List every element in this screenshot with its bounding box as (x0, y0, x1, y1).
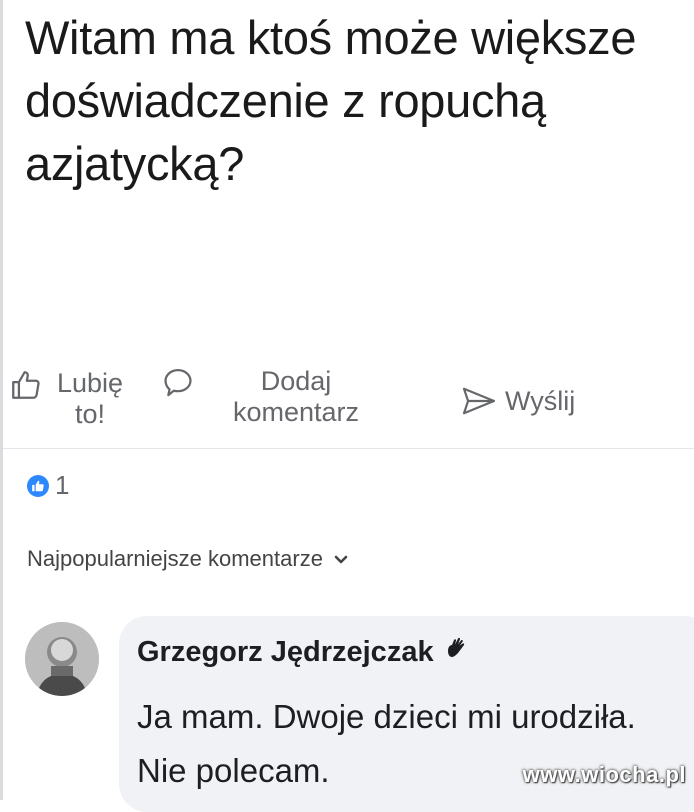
reaction-summary[interactable]: 1 (27, 470, 69, 501)
send-button[interactable]: Wyślij (459, 386, 575, 423)
comment-icon (161, 366, 195, 409)
comment-author-name: Grzegorz Jędrzejczak (137, 636, 434, 668)
send-button-label: Wyślij (505, 386, 576, 416)
comment-button[interactable]: Dodaj komentarz (161, 366, 391, 428)
thumbs-up-icon (9, 368, 43, 409)
like-button-label: Lubię to! (56, 368, 124, 429)
avatar[interactable] (25, 622, 99, 696)
watermark: www.wiocha.pl (522, 762, 686, 787)
chevron-down-icon (333, 546, 349, 572)
like-reaction-icon (27, 474, 49, 497)
send-icon (459, 386, 499, 423)
like-button[interactable]: Lubię to! (9, 368, 131, 430)
reaction-count: 1 (55, 470, 70, 500)
post-action-bar: Lubię to! Dodaj komentarz Wyślij (3, 358, 694, 449)
comment-author[interactable]: Grzegorz Jędrzejczak (137, 636, 470, 669)
comment-sort-dropdown[interactable]: Najpopularniejsze komentarze (27, 546, 349, 572)
comment-button-label: Dodaj komentarz (232, 366, 360, 427)
facebook-post: Witam ma ktoś może większe doświadczenie… (0, 0, 694, 812)
top-fan-badge-icon (444, 636, 470, 669)
post-text: Witam ma ktoś może większe doświadczenie… (25, 11, 637, 190)
comment-sort-label: Najpopularniejsze komentarze (27, 546, 323, 571)
